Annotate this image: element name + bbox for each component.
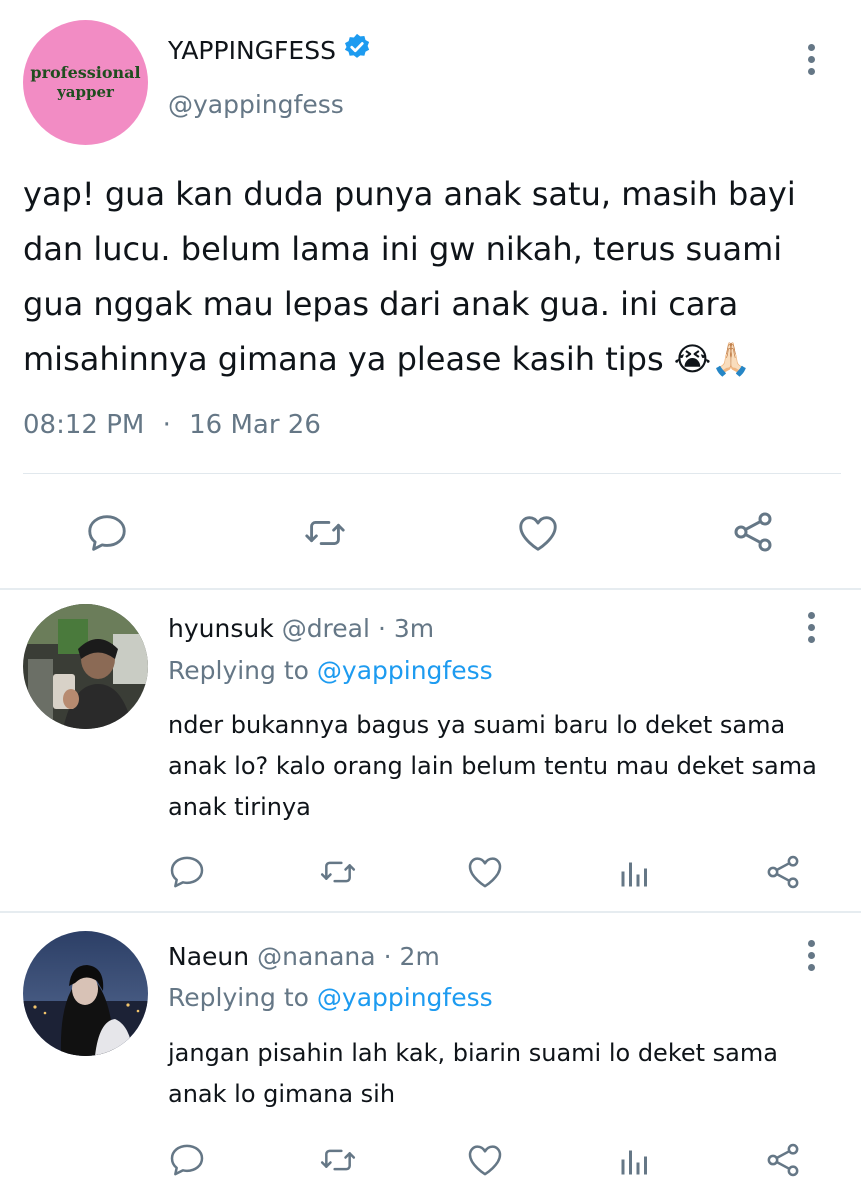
meta-separator: · xyxy=(383,942,392,971)
display-name[interactable]: YAPPINGFESS xyxy=(168,32,372,68)
more-options-icon[interactable] xyxy=(807,44,815,75)
like-icon[interactable] xyxy=(465,1140,505,1180)
reply-author[interactable]: Naeun @nanana · 2m xyxy=(168,942,440,971)
more-options-icon[interactable] xyxy=(807,612,815,643)
retweet-icon[interactable] xyxy=(317,1140,359,1180)
avatar-text-line1: professional xyxy=(30,63,141,83)
divider xyxy=(0,911,861,913)
reply-age: 2m xyxy=(399,942,440,971)
tweet-date: 16 Mar 26 xyxy=(189,410,321,440)
analytics-icon[interactable] xyxy=(617,1143,653,1179)
avatar[interactable] xyxy=(23,604,148,729)
display-name-text: YAPPINGFESS xyxy=(168,35,336,65)
share-icon[interactable] xyxy=(763,852,803,892)
meta-separator: · xyxy=(377,614,386,643)
handle[interactable]: @yappingfess xyxy=(168,90,344,119)
replying-to: Replying to @yappingfess xyxy=(168,983,493,1012)
avatar[interactable]: professional yapper xyxy=(23,20,148,145)
avatar-text-line2: yapper xyxy=(57,83,114,102)
reply-age: 3m xyxy=(393,614,435,643)
like-icon[interactable] xyxy=(514,510,562,556)
like-icon[interactable] xyxy=(465,852,505,892)
divider xyxy=(0,588,861,590)
reply-author[interactable]: hyunsuk @dreal · 3m xyxy=(168,614,434,643)
reply-text: nder bukannya bagus ya suami baru lo dek… xyxy=(168,711,817,821)
tweet-time: 08:12 PM xyxy=(23,410,145,440)
verified-badge-icon xyxy=(342,32,372,68)
reply-handle: @nanana xyxy=(257,942,376,971)
replying-prefix: Replying to xyxy=(168,656,309,685)
meta-separator: · xyxy=(162,410,171,440)
replying-to: Replying to @yappingfess xyxy=(168,656,493,685)
reply-display-name: hyunsuk xyxy=(168,614,274,643)
analytics-icon[interactable] xyxy=(617,855,653,891)
share-icon[interactable] xyxy=(763,1140,803,1180)
tweet-text: yap! gua kan duda punya anak satu, masih… xyxy=(23,175,796,378)
comment-icon[interactable] xyxy=(167,1140,207,1180)
more-options-icon[interactable] xyxy=(807,940,815,971)
comment-icon[interactable] xyxy=(167,852,207,892)
comment-icon[interactable] xyxy=(83,510,131,556)
replying-to-link[interactable]: @yappingfess xyxy=(317,983,493,1012)
retweet-icon[interactable] xyxy=(317,852,359,892)
replying-prefix: Replying to xyxy=(168,983,309,1012)
replying-to-link[interactable]: @yappingfess xyxy=(317,656,493,685)
reply-handle: @dreal xyxy=(281,614,370,643)
divider xyxy=(23,473,841,474)
share-icon[interactable] xyxy=(728,508,778,556)
reply-text: jangan pisahin lah kak, biarin suami lo … xyxy=(168,1039,778,1108)
tweet-timestamp: 08:12 PM · 16 Mar 26 xyxy=(23,410,321,440)
retweet-icon[interactable] xyxy=(300,510,350,556)
avatar[interactable] xyxy=(23,931,148,1056)
reply-display-name: Naeun xyxy=(168,942,250,971)
